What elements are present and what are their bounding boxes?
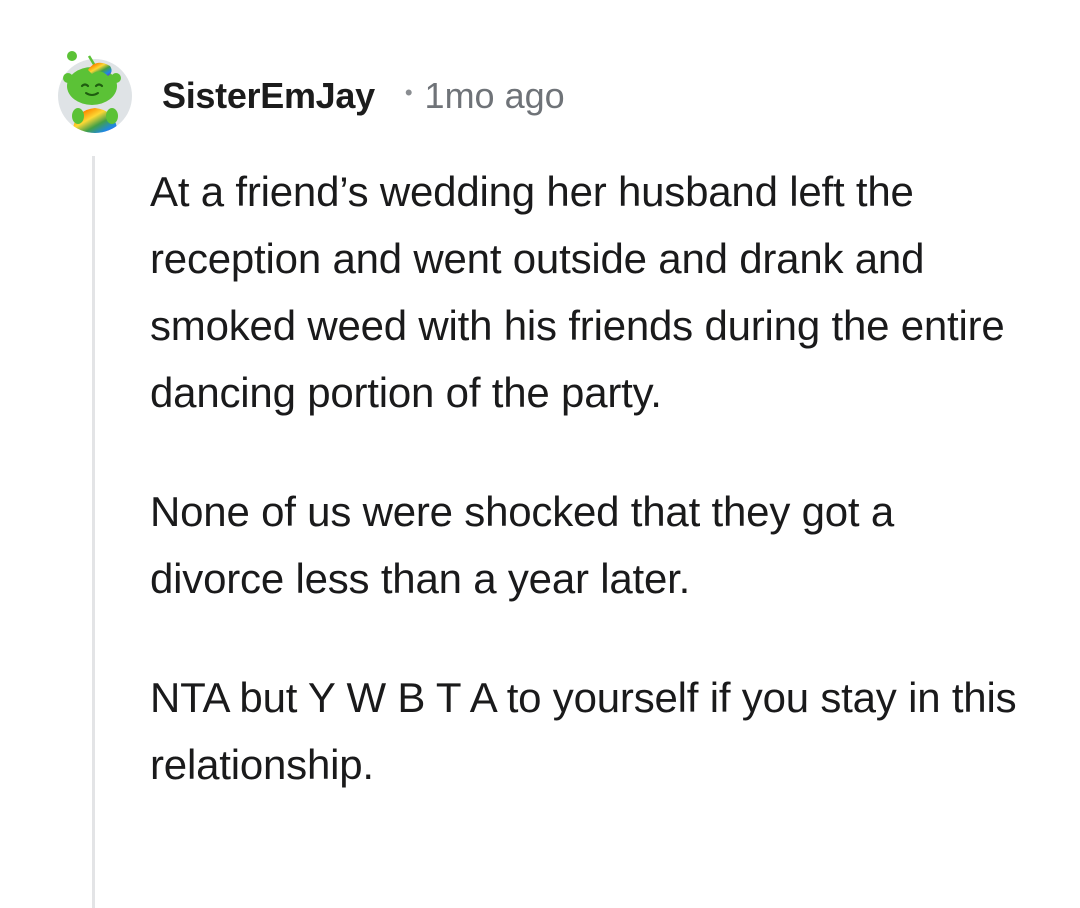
comment-paragraph: At a friend’s wedding her husband left t… (150, 168, 1005, 416)
comment-paragraph: NTA but Y W B T A to yourself if you sta… (150, 674, 1017, 788)
comment: SisterEmJay • 1mo ago At a friend’s wedd… (0, 0, 1080, 908)
thread-line[interactable] (92, 156, 95, 908)
snoo-avatar-icon[interactable] (56, 50, 134, 134)
comment-paragraph: None of us were shocked that they got a … (150, 488, 894, 602)
comment-timestamp: 1mo ago (424, 75, 565, 116)
comment-body: At a friend’s wedding her husband left t… (150, 158, 1030, 850)
username-link[interactable]: SisterEmJay (162, 75, 375, 117)
comment-header: SisterEmJay • 1mo ago (162, 72, 565, 120)
separator-dot: • (404, 80, 413, 105)
